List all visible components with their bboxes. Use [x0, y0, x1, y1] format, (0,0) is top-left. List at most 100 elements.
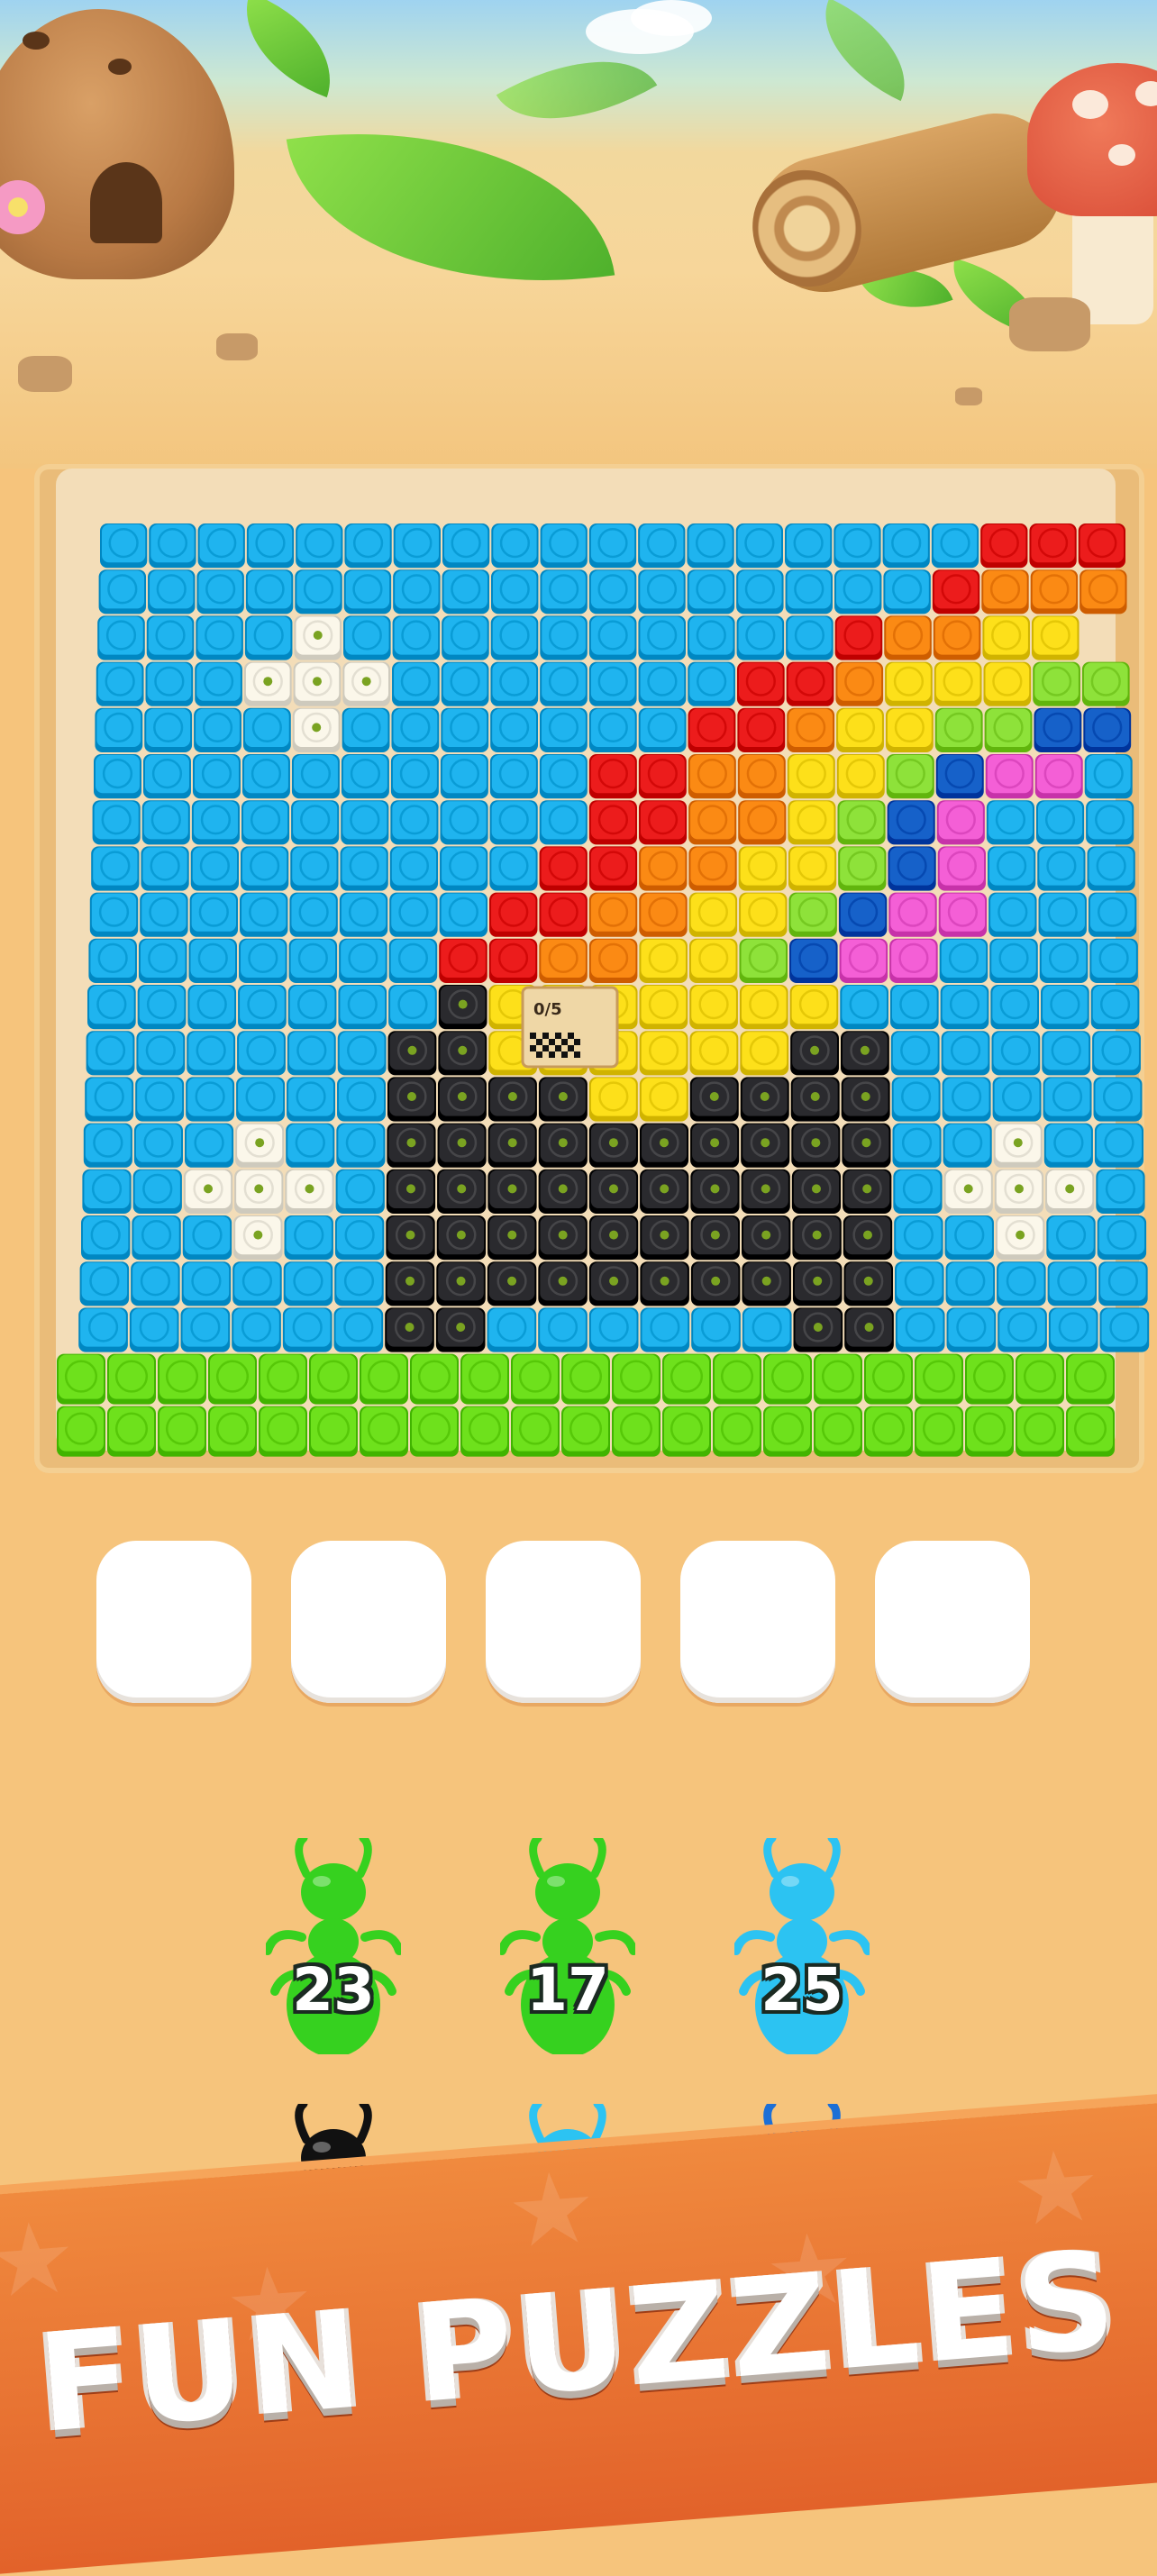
grid-cell	[460, 1406, 509, 1457]
grid-cell	[892, 1123, 942, 1168]
queue-slot-2[interactable]	[291, 1541, 446, 1703]
grid-cell	[334, 1215, 385, 1261]
grid-cell	[889, 938, 938, 983]
grid-cell	[360, 1406, 408, 1457]
grid-cell	[588, 615, 637, 660]
grid-cell	[1080, 569, 1127, 614]
grid-cell	[1098, 1261, 1148, 1306]
grid-cell	[131, 1261, 180, 1306]
grid-cell	[638, 569, 686, 614]
grid-cell	[339, 938, 387, 983]
grid-cell	[844, 1307, 894, 1352]
ant-count: 25	[761, 1955, 843, 2025]
grid-cell	[337, 1077, 386, 1122]
grid-cell	[436, 1215, 487, 1261]
ant-green-1[interactable]: 23	[263, 1834, 404, 2057]
grid-cell	[814, 1353, 862, 1405]
grid-cell	[81, 1215, 131, 1261]
grid-cell	[640, 1261, 689, 1306]
grid-cell	[132, 1169, 182, 1214]
queue-slot-1[interactable]	[96, 1541, 251, 1703]
grid-cell	[991, 1031, 1041, 1076]
grid-cell	[791, 1169, 842, 1214]
grid-cell	[187, 1031, 236, 1076]
grid-cell	[92, 800, 141, 845]
grid-cell	[539, 800, 588, 845]
grid-cell	[336, 1123, 386, 1168]
ant-cyan-1[interactable]: 25	[732, 1834, 872, 2057]
grid-cell	[789, 938, 838, 983]
grid-cell	[1046, 1215, 1096, 1261]
grid-cell	[1029, 523, 1077, 569]
grid-cell	[938, 892, 988, 937]
grid-cell	[309, 1406, 358, 1457]
grid-cell	[83, 1123, 132, 1168]
goal-card[interactable]: 0/5	[521, 986, 619, 1069]
grid-cell	[840, 1031, 889, 1076]
grid-cell	[989, 938, 1038, 983]
grid-cell	[410, 1353, 459, 1405]
grid-cell	[1042, 1031, 1091, 1076]
grid-cell	[834, 523, 881, 569]
grid-cell	[539, 892, 588, 937]
grid-cell	[932, 569, 980, 614]
grid-cell	[640, 1169, 689, 1214]
grid-cell	[788, 892, 837, 937]
grid-cell	[239, 938, 287, 983]
grid-cell	[190, 846, 239, 891]
grid-cell	[983, 661, 1032, 706]
grid-cell	[79, 1261, 130, 1306]
grid-cell	[334, 1261, 384, 1306]
grid-cell	[889, 985, 939, 1030]
grid-cell	[934, 661, 982, 706]
grid-cell	[344, 523, 392, 569]
grid-cell	[391, 707, 440, 752]
grid-cell	[437, 1077, 487, 1122]
queue-slot-5[interactable]	[875, 1541, 1030, 1703]
grid-cell	[241, 754, 290, 799]
ant-green-2[interactable]: 17	[497, 1834, 638, 2057]
grid-cell	[985, 754, 1034, 799]
grid-cell	[82, 1169, 132, 1214]
grid-cell	[895, 1261, 944, 1306]
grid-cell	[1093, 1077, 1143, 1122]
grid-cell	[490, 661, 539, 706]
grid-cell	[385, 1261, 435, 1306]
grid-cell	[1084, 754, 1133, 799]
grid-cell	[491, 569, 539, 614]
grid-cell	[289, 892, 338, 937]
grid-cell	[787, 707, 835, 752]
grid-cell	[291, 800, 340, 845]
grid-cell	[840, 985, 888, 1030]
grid-cell	[841, 1077, 890, 1122]
grid-cell	[186, 1077, 235, 1122]
grid-cell	[436, 1261, 486, 1306]
grid-cell	[741, 1123, 790, 1168]
grid-cell	[144, 707, 193, 752]
grid-cell	[1034, 707, 1082, 752]
grid-cell	[538, 1169, 588, 1214]
grid-cell	[990, 985, 1040, 1030]
grid-cell	[1087, 846, 1135, 891]
grid-cell	[689, 985, 738, 1030]
queue-slot-3[interactable]	[486, 1541, 641, 1703]
grid-cell	[588, 1123, 638, 1168]
grid-cell	[1034, 754, 1083, 799]
grid-cell	[183, 1169, 233, 1214]
grid-cell	[662, 1353, 711, 1405]
grid-cell	[96, 661, 144, 706]
grid-cell	[287, 1031, 336, 1076]
grid-cell	[997, 1261, 1046, 1306]
queue-slot-4[interactable]	[680, 1541, 835, 1703]
grid-cell	[1045, 1169, 1095, 1214]
grid-cell	[487, 1307, 537, 1352]
grid-cell	[1048, 1307, 1098, 1352]
grid-cell	[286, 1123, 335, 1168]
grid-cell	[440, 846, 488, 891]
grid-cell	[992, 1077, 1042, 1122]
grid-cell	[540, 615, 588, 660]
grid-cell	[490, 707, 539, 752]
grid-cell	[687, 615, 735, 660]
grid-cell	[135, 1077, 185, 1122]
grid-cell	[736, 569, 784, 614]
